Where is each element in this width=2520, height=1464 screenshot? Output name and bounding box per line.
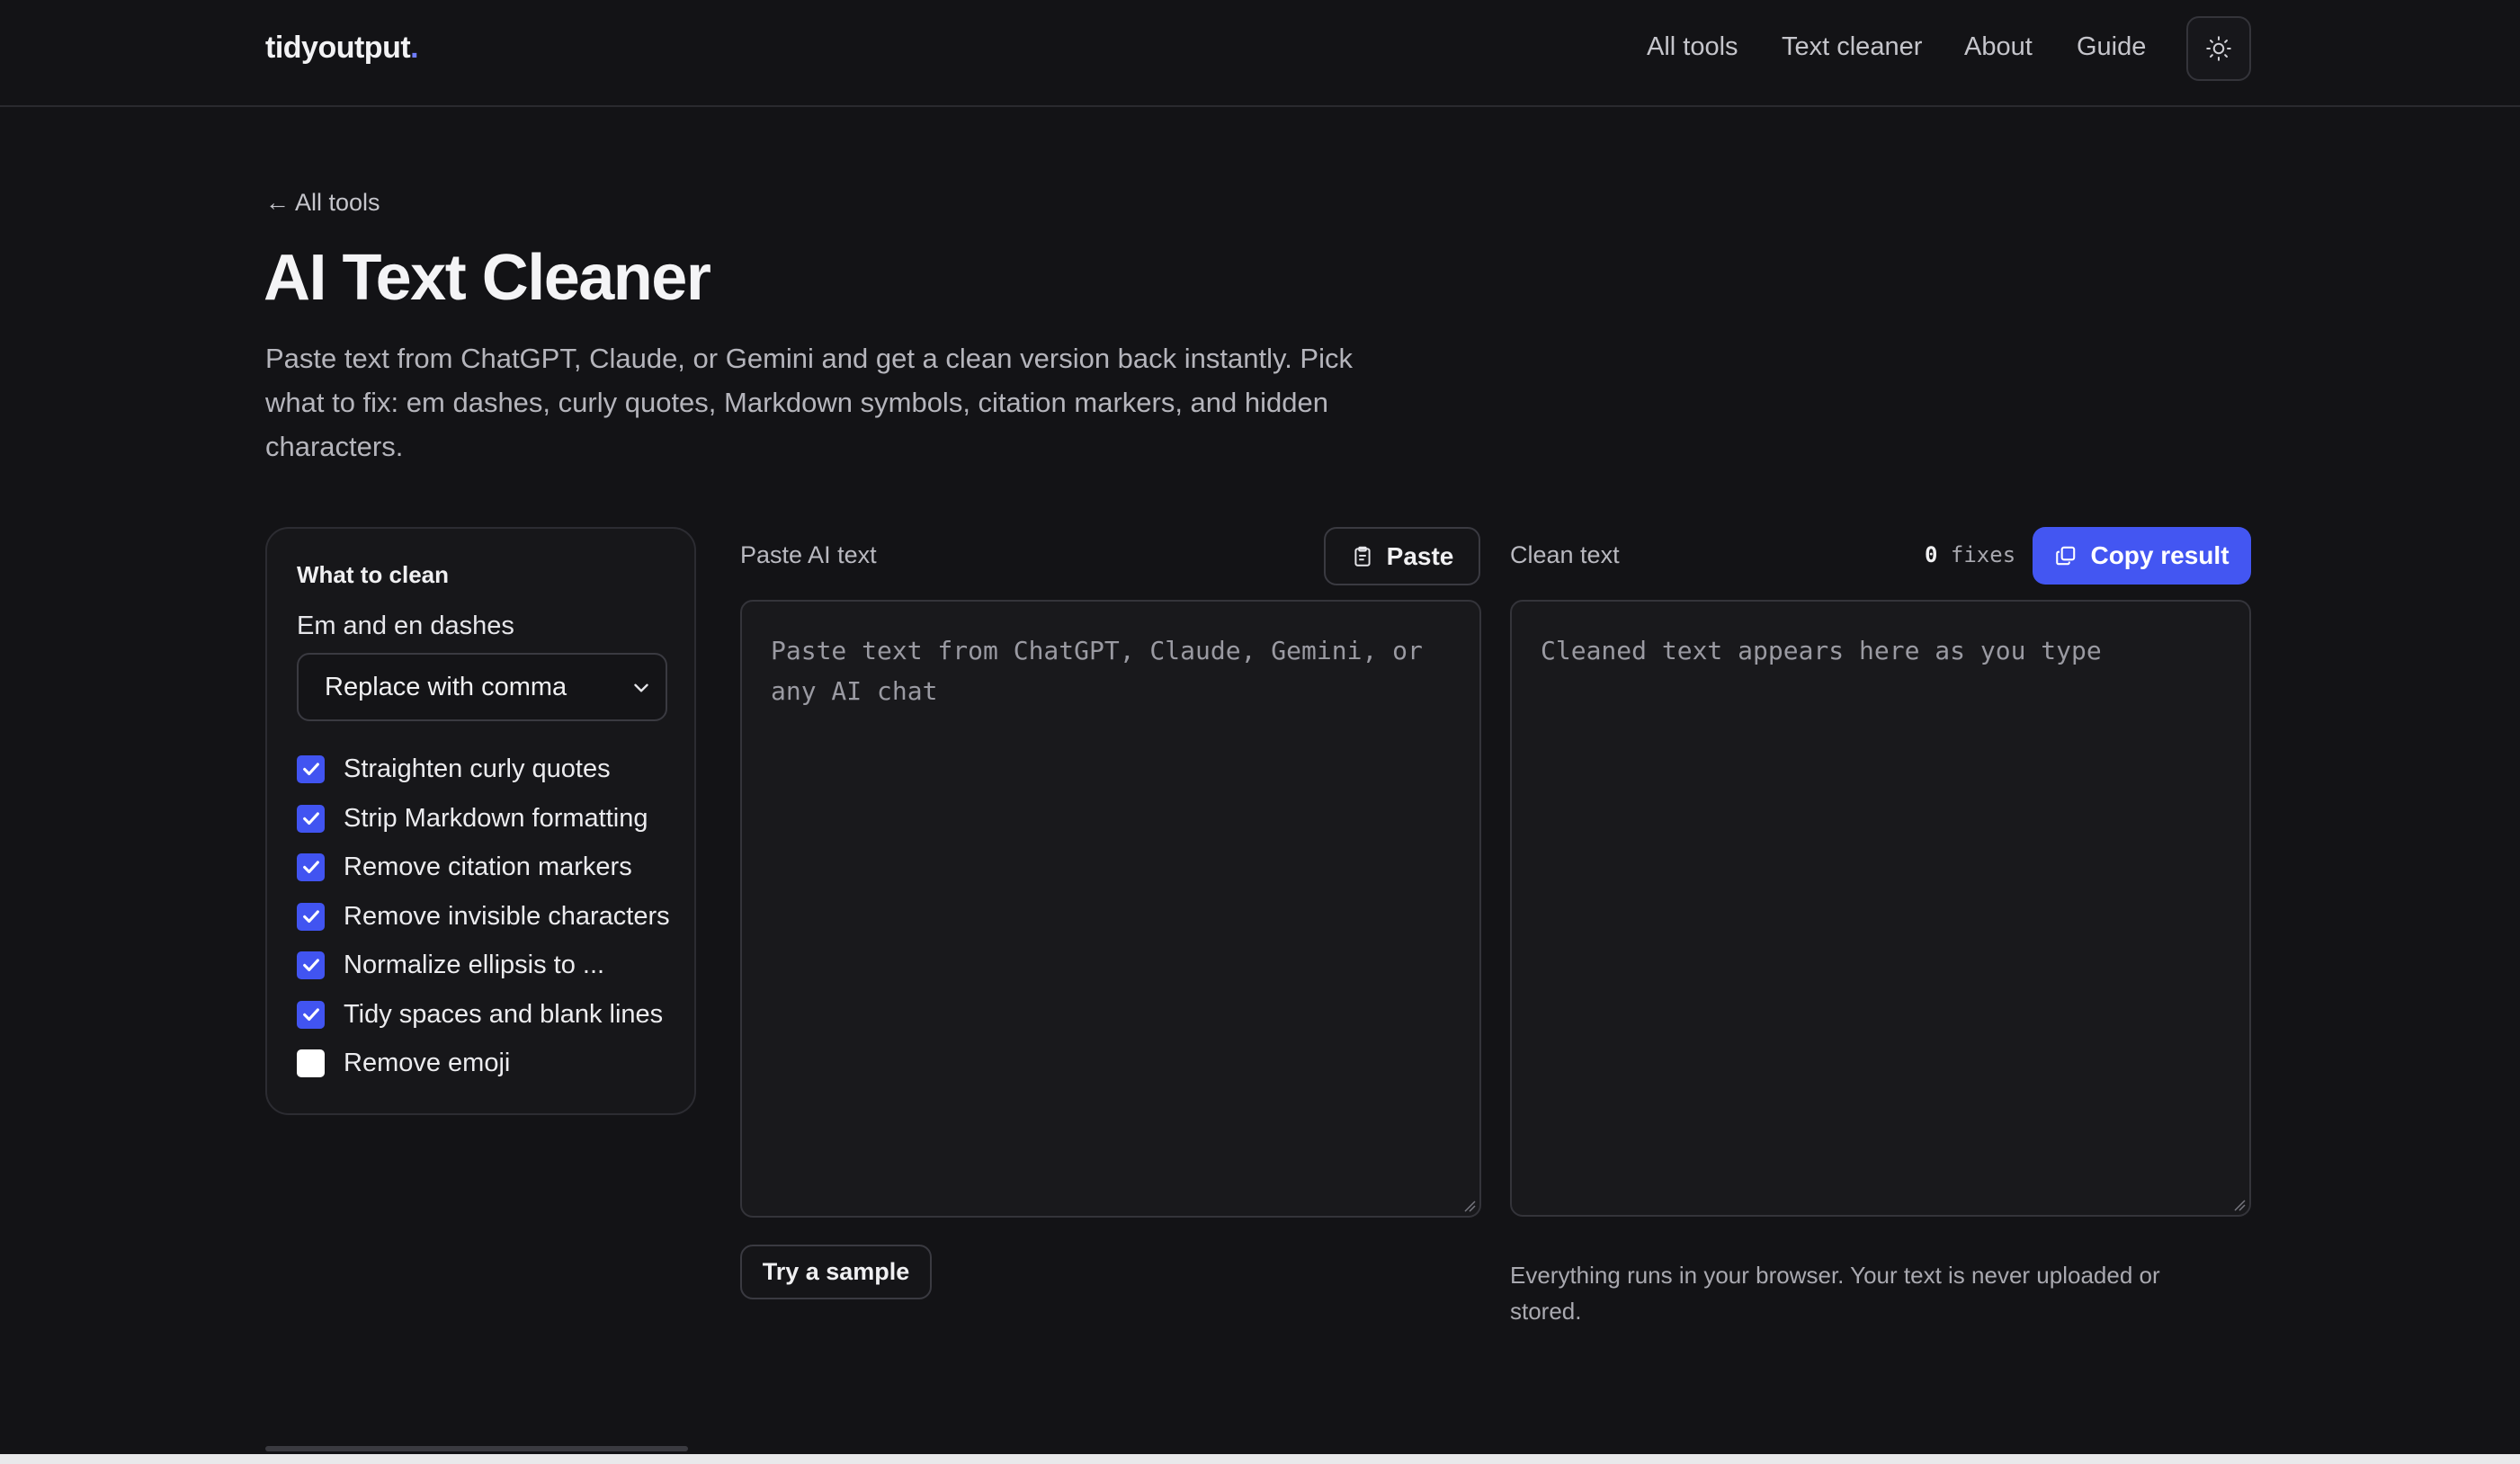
checkbox-unchecked[interactable] — [297, 1049, 325, 1077]
checkbox-checked[interactable] — [297, 754, 325, 783]
checkmark-icon — [302, 959, 319, 972]
option-tidy-spaces[interactable]: Tidy spaces and blank lines — [297, 999, 663, 1030]
nav-link-text-cleaner[interactable]: Text cleaner — [1782, 32, 1922, 62]
checkbox-checked[interactable] — [297, 951, 325, 979]
options-heading: What to clean — [297, 561, 450, 588]
paste-button-label: Paste — [1386, 541, 1454, 570]
page-description: Paste text from ChatGPT, Claude, or Gemi… — [265, 343, 1353, 462]
checkbox-checked[interactable] — [297, 853, 325, 881]
resize-handle-icon[interactable] — [2231, 1197, 2246, 1211]
output-textarea[interactable]: Cleaned text appears here as you type — [1510, 600, 2251, 1217]
output-placeholder: Cleaned text appears here as you type — [1541, 636, 2102, 665]
cleaning-options-panel: What to clean Em and en dashes Replace w… — [265, 527, 696, 1115]
fixes-counter: 0 fixes — [1925, 542, 2016, 567]
back-to-all-tools-link[interactable]: ← All tools — [265, 189, 380, 217]
option-remove-emoji[interactable]: Remove emoji — [297, 1048, 510, 1078]
checkbox-checked[interactable] — [297, 902, 325, 931]
next-section-heading-cutoff — [265, 1441, 688, 1451]
option-label: Remove emoji — [344, 1048, 511, 1077]
resize-handle-icon[interactable] — [1461, 1198, 1476, 1212]
checkmark-icon — [302, 861, 319, 874]
option-strip-markdown[interactable]: Strip Markdown formatting — [297, 803, 648, 834]
option-label: Strip Markdown formatting — [344, 803, 648, 833]
privacy-note: Everything runs in your browser. Your te… — [1510, 1262, 2160, 1325]
site-logo[interactable]: tidyoutput. — [265, 31, 419, 66]
copy-icon — [2056, 546, 2076, 566]
copy-button-label: Copy result — [2090, 541, 2230, 569]
copy-result-button[interactable]: Copy result — [2033, 527, 2251, 585]
dash-select-value: Replace with comma — [325, 672, 567, 701]
checkmark-icon — [302, 910, 319, 924]
clipboard-icon — [1354, 546, 1371, 567]
input-placeholder: Paste text from ChatGPT, Claude, Gemini,… — [771, 636, 1423, 706]
option-normalize-ellipsis[interactable]: Normalize ellipsis to ... — [297, 950, 604, 980]
top-navigation-bar: tidyoutput. All tools Text cleaner About… — [0, 0, 2520, 107]
option-label: Remove citation markers — [344, 852, 632, 881]
page-bottom-edge — [0, 1454, 2520, 1464]
dash-option-label: Em and en dashes — [297, 611, 514, 640]
chevron-down-icon — [634, 683, 648, 692]
dash-replacement-select[interactable]: Replace with comma — [297, 653, 667, 721]
input-textarea[interactable]: Paste text from ChatGPT, Claude, Gemini,… — [740, 600, 1481, 1218]
nav-link-guide[interactable]: Guide — [2077, 32, 2146, 62]
page-title: AI Text Cleaner — [264, 242, 711, 314]
checkmark-icon — [302, 812, 319, 826]
option-label: Remove invisible characters — [344, 901, 670, 931]
checkmark-icon — [302, 763, 319, 776]
checkmark-icon — [302, 1008, 319, 1022]
option-remove-citations[interactable]: Remove citation markers — [297, 852, 632, 882]
nav-link-all-tools[interactable]: All tools — [1647, 32, 1738, 62]
option-label: Tidy spaces and blank lines — [344, 999, 664, 1029]
input-label: Paste AI text — [740, 541, 877, 568]
checkbox-checked[interactable] — [297, 1000, 325, 1029]
output-label: Clean text — [1510, 541, 1620, 568]
option-remove-invisible[interactable]: Remove invisible characters — [297, 901, 670, 932]
theme-toggle-button[interactable] — [2186, 16, 2251, 81]
checkbox-checked[interactable] — [297, 804, 325, 833]
try-sample-button[interactable]: Try a sample — [740, 1245, 932, 1299]
sun-icon — [2206, 36, 2231, 61]
option-label: Normalize ellipsis to ... — [344, 950, 605, 979]
nav-link-about[interactable]: About — [1964, 32, 2033, 62]
option-label: Straighten curly quotes — [344, 754, 611, 783]
paste-button[interactable]: Paste — [1324, 527, 1480, 585]
option-straighten-quotes[interactable]: Straighten curly quotes — [297, 754, 611, 784]
